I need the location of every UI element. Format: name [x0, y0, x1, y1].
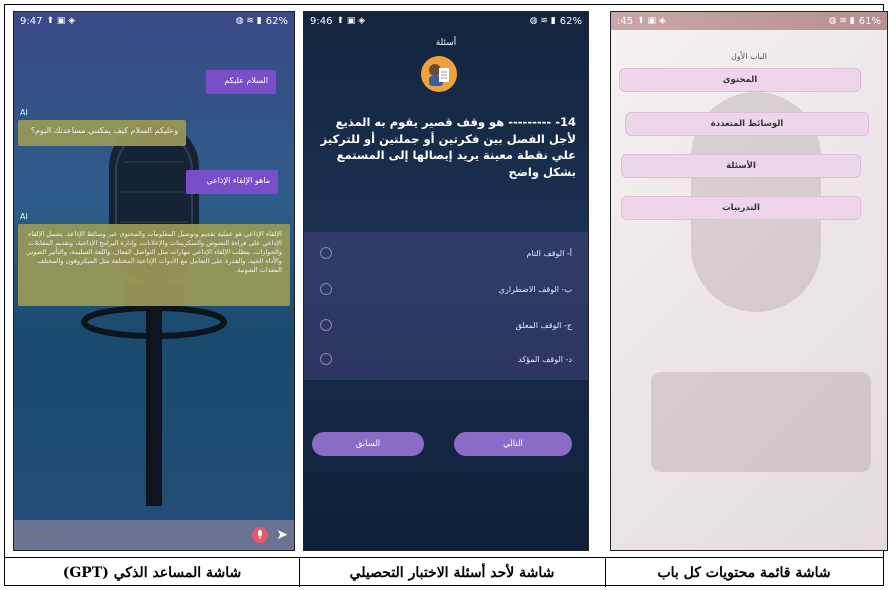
chat-message-user: السلام عليكم [206, 70, 276, 94]
menu-item-exercises[interactable]: التدريبات [621, 196, 861, 220]
chat-message-user: ماهو الإلقاء الإذاعي [186, 170, 278, 194]
voice-input-button[interactable] [252, 527, 269, 543]
notification-icons: ⬆ ▣ ◈ [336, 16, 366, 26]
answer-options: أ- الوقف التام ب- الوقف الاضطراري ج- الو… [304, 232, 588, 380]
status-bar: 9:47 ⬆ ▣ ◈ ◍ ≋ ▮ 62% [14, 12, 294, 30]
chapter-menu-screen: :45 ⬆ ▣ ◈ ◍ ≋ ▮ 61% الباب الأول المحتوى ال… [610, 11, 888, 551]
figure-frame: 9:47 ⬆ ▣ ◈ ◍ ≋ ▮ 62% السلام عليكم AI وعليك… [4, 4, 888, 587]
caption-chat: شاشة المساعد الذكي (GPT) [5, 557, 299, 587]
chat-input[interactable] [20, 529, 253, 541]
quiz-screen: 9:46 ⬆ ▣ ◈ ◍ ≋ ▮ 62% أسئلة 14- --------- ه… [303, 11, 589, 551]
next-button[interactable]: التالي [454, 432, 572, 456]
quiz-avatar-icon [421, 56, 457, 92]
chat-screen: 9:47 ⬆ ▣ ◈ ◍ ≋ ▮ 62% السلام عليكم AI وعليك… [13, 11, 295, 551]
screen-title: أسئلة [435, 38, 457, 48]
status-time: 9:46 [310, 15, 333, 27]
answer-option[interactable]: ب- الوقف الاضطراري [304, 274, 588, 304]
caption-quiz: شاشة لأحد أسئلة الاختبار التحصيلي [299, 557, 605, 587]
menu-item-questions[interactable]: الأسئلة [621, 154, 861, 178]
status-time: 9:47 [20, 15, 43, 27]
radio-button[interactable] [320, 353, 332, 365]
radio-button[interactable] [320, 283, 332, 295]
chapter-title: الباب الأول [730, 52, 768, 61]
answer-option[interactable]: د- الوقف المؤكد [304, 344, 588, 374]
battery-level: 62% [559, 15, 582, 27]
chat-message-ai: وعليكم السلام كيف يمكنني مساعدتك اليوم؟ [18, 120, 186, 146]
battery-level: 62% [265, 15, 288, 27]
status-time: :45 [617, 15, 634, 27]
notification-icons: ⬆ ▣ ◈ [637, 16, 666, 26]
question-text: 14- --------- هو وقف قصير يقوم به المذيع… [320, 115, 576, 180]
answer-option[interactable]: ج- الوقف المعلق [304, 310, 588, 340]
send-button[interactable]: ➤ [276, 527, 288, 543]
notification-icons: ⬆ ▣ ◈ [46, 16, 76, 26]
previous-button[interactable]: السابق [312, 432, 424, 456]
signal-icon: ◍ ≋ ▮ [529, 16, 556, 26]
caption-menu: شاشة قائمة محتويات كل باب [605, 557, 883, 587]
ai-label: AI [20, 108, 28, 117]
ai-label: AI [20, 212, 28, 221]
signal-icon: ◍ ≋ ▮ [828, 16, 855, 26]
menu-item-multimedia[interactable]: الوسائط المتعددة [625, 112, 869, 136]
microphone-icon [258, 530, 263, 539]
signal-icon: ◍ ≋ ▮ [235, 16, 262, 26]
radio-button[interactable] [320, 247, 332, 259]
status-bar: :45 ⬆ ▣ ◈ ◍ ≋ ▮ 61% [611, 12, 887, 30]
radio-button[interactable] [320, 319, 332, 331]
chat-message-ai: الإلقاء الإذاعي هو عملية تقديم وتوصيل ال… [18, 224, 290, 306]
menu-item-content[interactable]: المحتوى [619, 68, 861, 92]
chat-input-bar: ➤ [14, 520, 294, 550]
battery-level: 61% [858, 15, 881, 27]
answer-option[interactable]: أ- الوقف التام [304, 238, 588, 268]
status-bar: 9:46 ⬆ ▣ ◈ ◍ ≋ ▮ 62% [304, 12, 588, 30]
